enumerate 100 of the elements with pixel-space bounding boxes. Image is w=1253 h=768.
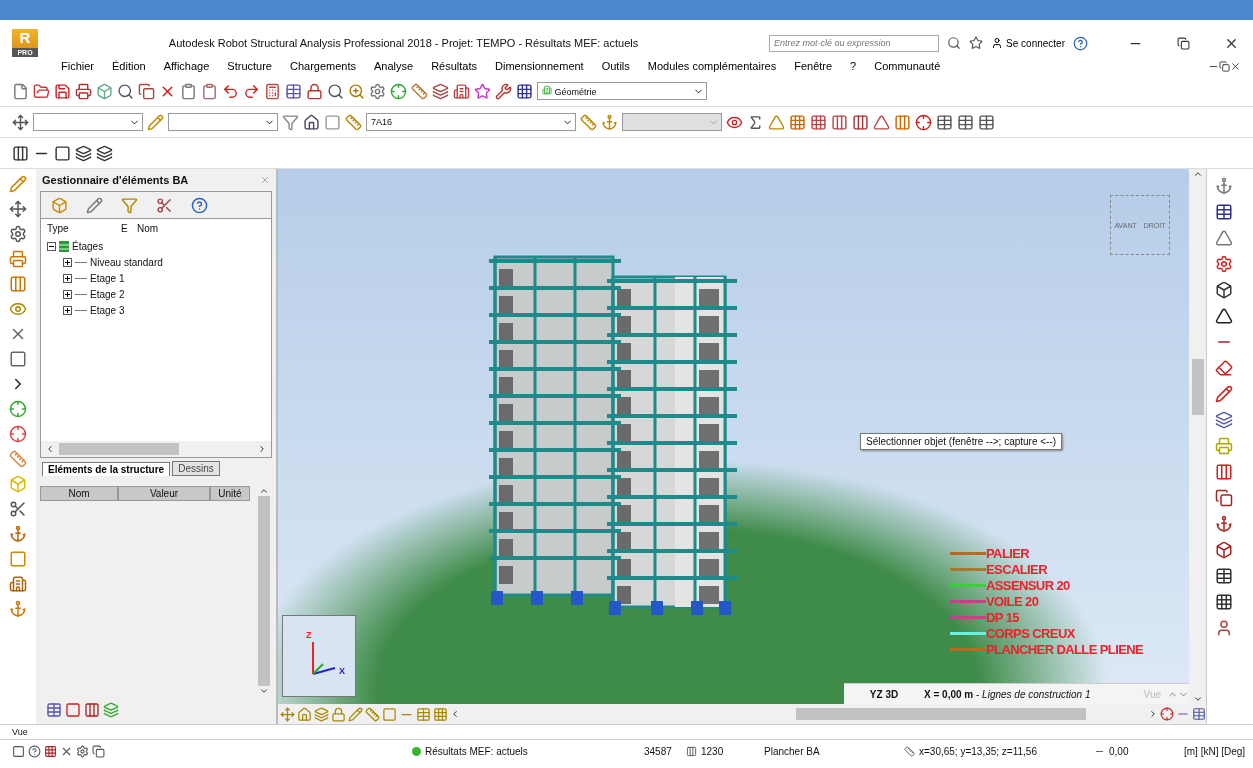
ruler-icon[interactable] (9, 450, 27, 468)
gear-icon[interactable] (369, 82, 386, 100)
columns-icon[interactable] (831, 113, 848, 131)
undo-icon[interactable] (222, 82, 239, 100)
table-icon[interactable] (285, 82, 302, 100)
box-icon[interactable] (1215, 541, 1233, 559)
ruler-icon[interactable] (580, 113, 597, 131)
expand-icon[interactable] (63, 273, 72, 283)
tree-item[interactable]: Etage 3 (90, 304, 125, 316)
section-combo[interactable]: 7A16 (366, 113, 576, 131)
copy-icon[interactable] (1215, 489, 1233, 507)
wrench-icon[interactable] (495, 82, 512, 100)
menu-item[interactable]: Dimensionnement (486, 60, 593, 72)
anchor-icon[interactable] (9, 600, 27, 618)
view-combo[interactable]: Géométrie (537, 82, 707, 100)
box-icon[interactable] (1215, 281, 1233, 299)
layers-icon[interactable] (103, 702, 119, 718)
filter-icon[interactable] (121, 196, 138, 214)
menu-item[interactable]: Fichier (52, 60, 103, 72)
pencil-icon[interactable] (147, 113, 164, 131)
layers-icon[interactable] (1215, 411, 1233, 429)
table-icon[interactable] (936, 113, 953, 131)
dropdown-field[interactable] (622, 113, 722, 131)
command-line[interactable]: Vue (12, 727, 28, 737)
person-icon[interactable] (1215, 619, 1233, 637)
building-icon[interactable] (453, 82, 470, 100)
columns-icon[interactable] (894, 113, 911, 131)
panel-tab[interactable]: Eléments de la structure (42, 462, 171, 476)
dropdown-field[interactable] (33, 113, 143, 131)
ruler-icon[interactable] (365, 706, 380, 722)
table-icon[interactable] (1215, 203, 1233, 221)
folder-icon[interactable] (33, 82, 50, 100)
printer-icon[interactable] (9, 250, 27, 268)
layers-icon[interactable] (314, 706, 329, 722)
menu-item[interactable]: Chargements (280, 60, 365, 72)
grid-icon[interactable] (516, 82, 533, 100)
square-icon[interactable] (12, 744, 25, 758)
printer-icon[interactable] (75, 82, 92, 100)
calculator-icon[interactable] (264, 82, 281, 100)
close-icon[interactable] (1230, 60, 1241, 72)
tree-item[interactable]: Étages (72, 240, 104, 252)
tree-item[interactable]: Etage 2 (90, 288, 125, 300)
scissors-icon[interactable] (156, 196, 173, 214)
ruler-icon[interactable] (345, 113, 362, 131)
redo-icon[interactable] (243, 82, 260, 100)
pencil-icon[interactable] (348, 706, 363, 722)
menu-item[interactable]: Structure (218, 60, 281, 72)
building-icon[interactable] (9, 575, 27, 593)
expand-icon[interactable] (63, 289, 72, 299)
ruler-icon[interactable] (411, 82, 428, 100)
clipboard-icon[interactable] (201, 82, 218, 100)
table-icon[interactable] (978, 113, 995, 131)
star-icon[interactable] (969, 36, 984, 50)
scroll-thumb[interactable] (796, 708, 1086, 720)
scrollbar[interactable] (1189, 169, 1206, 704)
pencil-icon[interactable] (1215, 385, 1233, 403)
columns-icon[interactable] (84, 702, 100, 718)
columns-icon[interactable] (852, 113, 869, 131)
menu-item[interactable]: Modules complémentaires (638, 60, 786, 72)
collapse-icon[interactable] (47, 241, 56, 251)
menu-item[interactable]: Édition (103, 60, 155, 72)
dropdown-field[interactable] (168, 113, 278, 131)
crosshair-icon[interactable] (915, 113, 932, 131)
sign-in-button[interactable]: Se connecter (991, 37, 1065, 49)
help-icon[interactable] (1073, 35, 1088, 51)
scroll-thumb[interactable] (1191, 359, 1204, 415)
crosshair-icon[interactable] (9, 400, 27, 418)
menu-item[interactable]: Résultats (422, 60, 486, 72)
menu-item[interactable]: Affichage (154, 60, 219, 72)
panel-tab[interactable]: Dessins (172, 461, 220, 476)
scroll-thumb[interactable] (59, 443, 179, 455)
tree-item[interactable]: Etage 1 (90, 272, 125, 284)
search-field[interactable]: Entrez mot-clé ou expression (769, 34, 940, 52)
zoom-in-icon[interactable] (348, 82, 365, 100)
table-icon[interactable] (957, 113, 974, 131)
magnifier-icon[interactable] (327, 82, 344, 100)
eraser-icon[interactable] (1215, 359, 1233, 377)
scissors-icon[interactable] (9, 500, 27, 518)
gear-icon[interactable] (9, 225, 27, 243)
clipboard-icon[interactable] (180, 82, 197, 100)
copy-icon[interactable] (138, 82, 155, 100)
menu-item[interactable]: Analyse (365, 60, 423, 72)
scroll-thumb[interactable] (258, 496, 270, 686)
grid-icon[interactable] (1215, 593, 1233, 611)
tree-item[interactable]: Niveau standard (90, 256, 163, 268)
move-icon[interactable] (12, 113, 29, 131)
crosshair-icon[interactable] (9, 425, 27, 443)
help-icon[interactable] (191, 196, 208, 214)
restore-icon[interactable] (1177, 36, 1190, 50)
gear-icon[interactable] (1215, 255, 1233, 273)
scrollbar[interactable] (41, 441, 271, 457)
lock-icon[interactable] (331, 706, 346, 722)
crosshair-icon[interactable] (390, 82, 407, 100)
menu-item[interactable]: Outils (592, 60, 639, 72)
expand-icon[interactable] (63, 305, 72, 315)
layers-icon[interactable] (432, 82, 449, 100)
triangle-icon[interactable] (1215, 307, 1233, 325)
copy-icon[interactable] (92, 744, 105, 758)
columns-icon[interactable] (9, 275, 27, 293)
grid-icon[interactable] (44, 744, 57, 758)
